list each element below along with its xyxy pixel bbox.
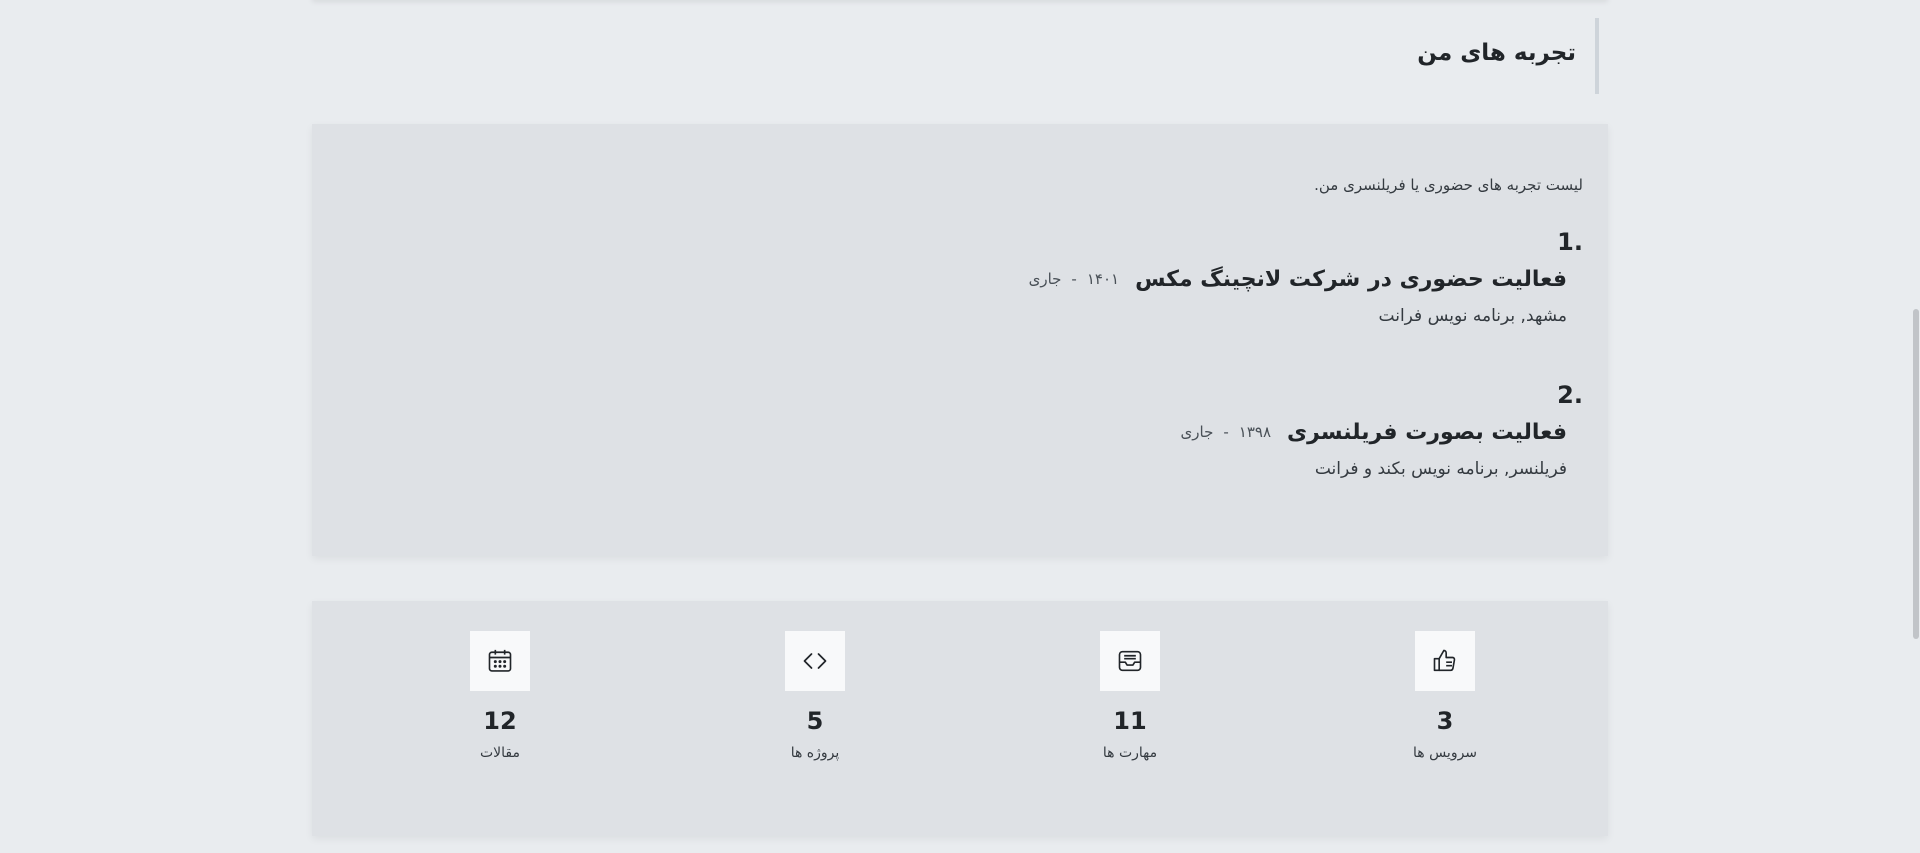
stats-card: 3 سرویس ها 11 مهارت ها 5 پروژه ها 12 مقا… [312,601,1608,836]
stat-label: سرویس ها [1412,745,1478,761]
experience-start: ۱۴۰۱ [1086,270,1120,288]
experience-intro: لیست تجربه های حضوری یا فریلنسری من. [1314,176,1583,194]
date-separator: - [1071,270,1077,288]
experience-number: 2. [1557,381,1583,409]
experience-number: 1. [1557,228,1583,256]
calendar-icon [470,631,530,691]
header-accent-bar [1595,18,1599,94]
stat-skills: 11 مهارت ها [1030,631,1230,761]
experience-description: مشهد, برنامه نویس فرانت [1378,306,1567,326]
code-icon [785,631,845,691]
stat-count: 3 [1436,707,1454,735]
experience-item: 1. فعالیت حضوری در شرکت لانچینگ مکس ۱۴۰۱… [337,228,1583,326]
scrollbar-thumb[interactable] [1913,309,1919,639]
stat-label: مقالات [479,745,520,761]
experience-dates: ۱۳۹۸-جاری [1181,423,1271,441]
page-scrollbar[interactable] [1910,0,1920,853]
thumbs-up-icon [1415,631,1475,691]
stat-label: مهارت ها [1102,745,1158,761]
experience-title: فعالیت حضوری در شرکت لانچینگ مکس [1135,266,1567,292]
experience-title-row: فعالیت بصورت فریلنسری ۱۳۹۸-جاری [337,413,1583,451]
experience-description: فریلنسر, برنامه نویس بکند و فرانت [1314,459,1567,479]
experience-start: ۱۳۹۸ [1238,423,1272,441]
stat-articles: 12 مقالات [400,631,600,761]
experience-section-header: تجربه های من [312,18,1608,94]
stat-count: 11 [1113,707,1147,735]
experience-item: 2. فعالیت بصورت فریلنسری ۱۳۹۸-جاری فریلن… [337,381,1583,479]
experience-title: فعالیت بصورت فریلنسری [1287,419,1567,445]
experience-card: لیست تجربه های حضوری یا فریلنسری من. 1. … [312,124,1608,556]
experience-title-row: فعالیت حضوری در شرکت لانچینگ مکس ۱۴۰۱-جا… [337,260,1583,298]
stat-services: 3 سرویس ها [1345,631,1545,761]
date-separator: - [1223,423,1229,441]
experience-dates: ۱۴۰۱-جاری [1029,270,1119,288]
section-title: تجربه های من [1417,40,1576,66]
stat-count: 5 [806,707,824,735]
stat-count: 12 [483,707,517,735]
experience-end: جاری [1180,423,1214,441]
inbox-icon [1100,631,1160,691]
stat-projects: 5 پروژه ها [715,631,915,761]
stat-label: پروژه ها [790,745,840,761]
experience-end: جاری [1028,270,1062,288]
